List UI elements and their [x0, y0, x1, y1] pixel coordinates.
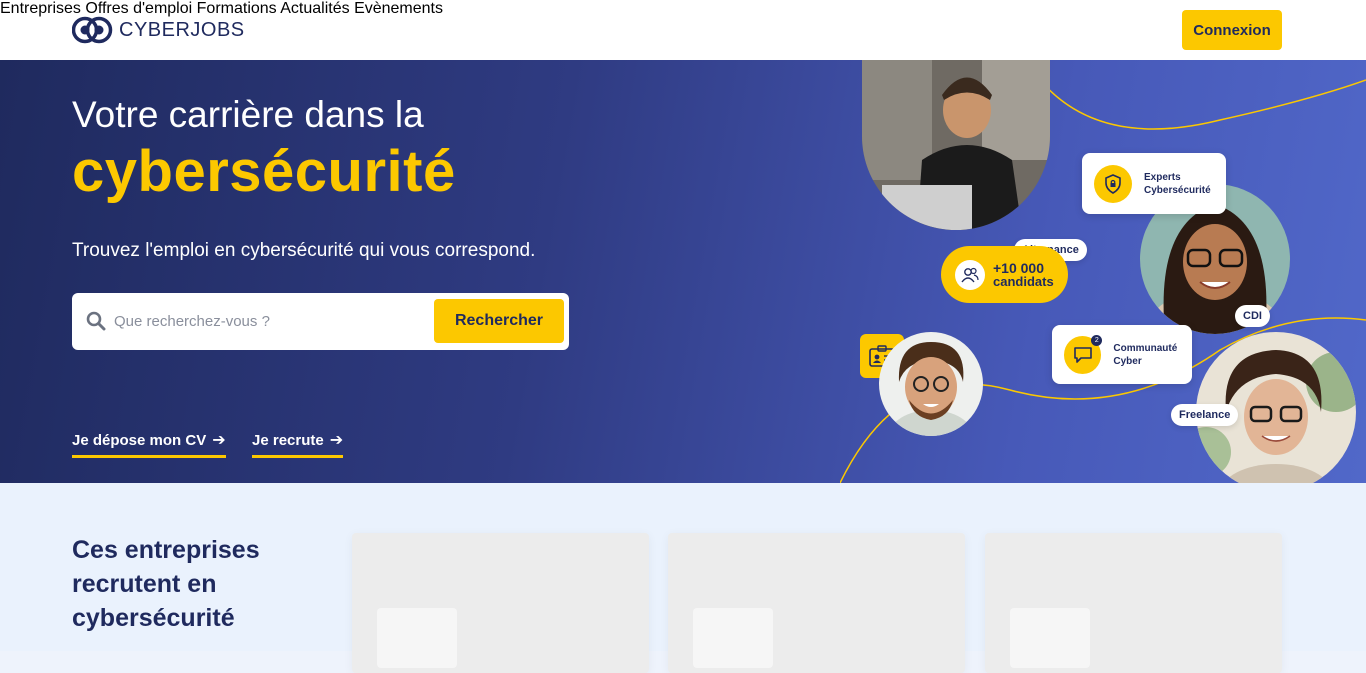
candidates-pill: +10 000 candidats — [941, 246, 1068, 303]
company-logo — [1010, 608, 1090, 668]
nav-entreprises[interactable]: Entreprises — [0, 0, 81, 17]
badge-experts: Experts Cybersécurité — [1082, 153, 1226, 214]
badge-community: 2 Communauté Cyber — [1052, 325, 1192, 384]
login-button[interactable]: Connexion — [1182, 10, 1282, 50]
search-button[interactable]: Rechercher — [434, 299, 564, 343]
company-logo — [693, 608, 773, 668]
badge-experts-label: Experts Cybersécurité — [1144, 171, 1211, 196]
shield-lock-icon — [1094, 164, 1132, 203]
companies-title: Ces entreprises recrutent en cybersécuri… — [72, 536, 260, 632]
nav-actualites[interactable]: Actualités — [280, 0, 349, 17]
users-icon — [955, 259, 985, 290]
company-logo — [377, 608, 457, 668]
logo[interactable]: CYBERJOBS — [72, 15, 245, 45]
badge-community-label: Communauté Cyber — [1113, 342, 1178, 367]
logo-text: CYBERJOBS — [119, 18, 245, 41]
hero-section: Votre carrière dans la cybersécurité Tro… — [0, 60, 1366, 483]
candidates-label: candidats — [993, 273, 1054, 289]
company-card[interactable] — [985, 533, 1282, 673]
company-card[interactable] — [668, 533, 965, 673]
deposit-cv-label: Je dépose mon CV — [72, 431, 207, 449]
deposit-cv-link[interactable]: Je dépose mon CV ➔ — [72, 430, 226, 458]
recruit-link[interactable]: Je recrute ➔ — [252, 430, 344, 458]
hero-subtitle: Trouvez l'emploi en cybersécurité qui vo… — [72, 240, 536, 261]
person-image — [879, 332, 983, 436]
arrow-right-icon: ➔ — [329, 432, 344, 449]
hero-title-line2: cybersécurité — [72, 139, 456, 204]
hero-title-line1: Votre carrière dans la — [72, 94, 424, 135]
search-bar: Rechercher — [72, 293, 569, 350]
chat-icon: 2 — [1064, 334, 1103, 374]
nav-evenements[interactable]: Evènements — [354, 0, 443, 17]
cyberjobs-logo-icon — [72, 16, 113, 44]
tag-freelance: Freelance — [1171, 404, 1239, 426]
candidates-text: +10 000 candidats — [993, 261, 1054, 289]
tag-cdi: CDI — [1235, 305, 1270, 327]
companies-section: Ces entreprises recrutent en cybersécuri… — [0, 483, 1366, 673]
company-card[interactable] — [352, 533, 649, 673]
photo-man-curly — [879, 332, 983, 436]
recruit-label: Je recrute — [252, 431, 324, 449]
search-input[interactable] — [114, 305, 414, 337]
arrow-right-icon: ➔ — [212, 432, 226, 449]
notification-badge: 2 — [1091, 334, 1103, 346]
site-header: CYBERJOBS Entreprises Offres d'emploi Fo… — [0, 0, 1366, 60]
search-icon — [86, 311, 106, 331]
